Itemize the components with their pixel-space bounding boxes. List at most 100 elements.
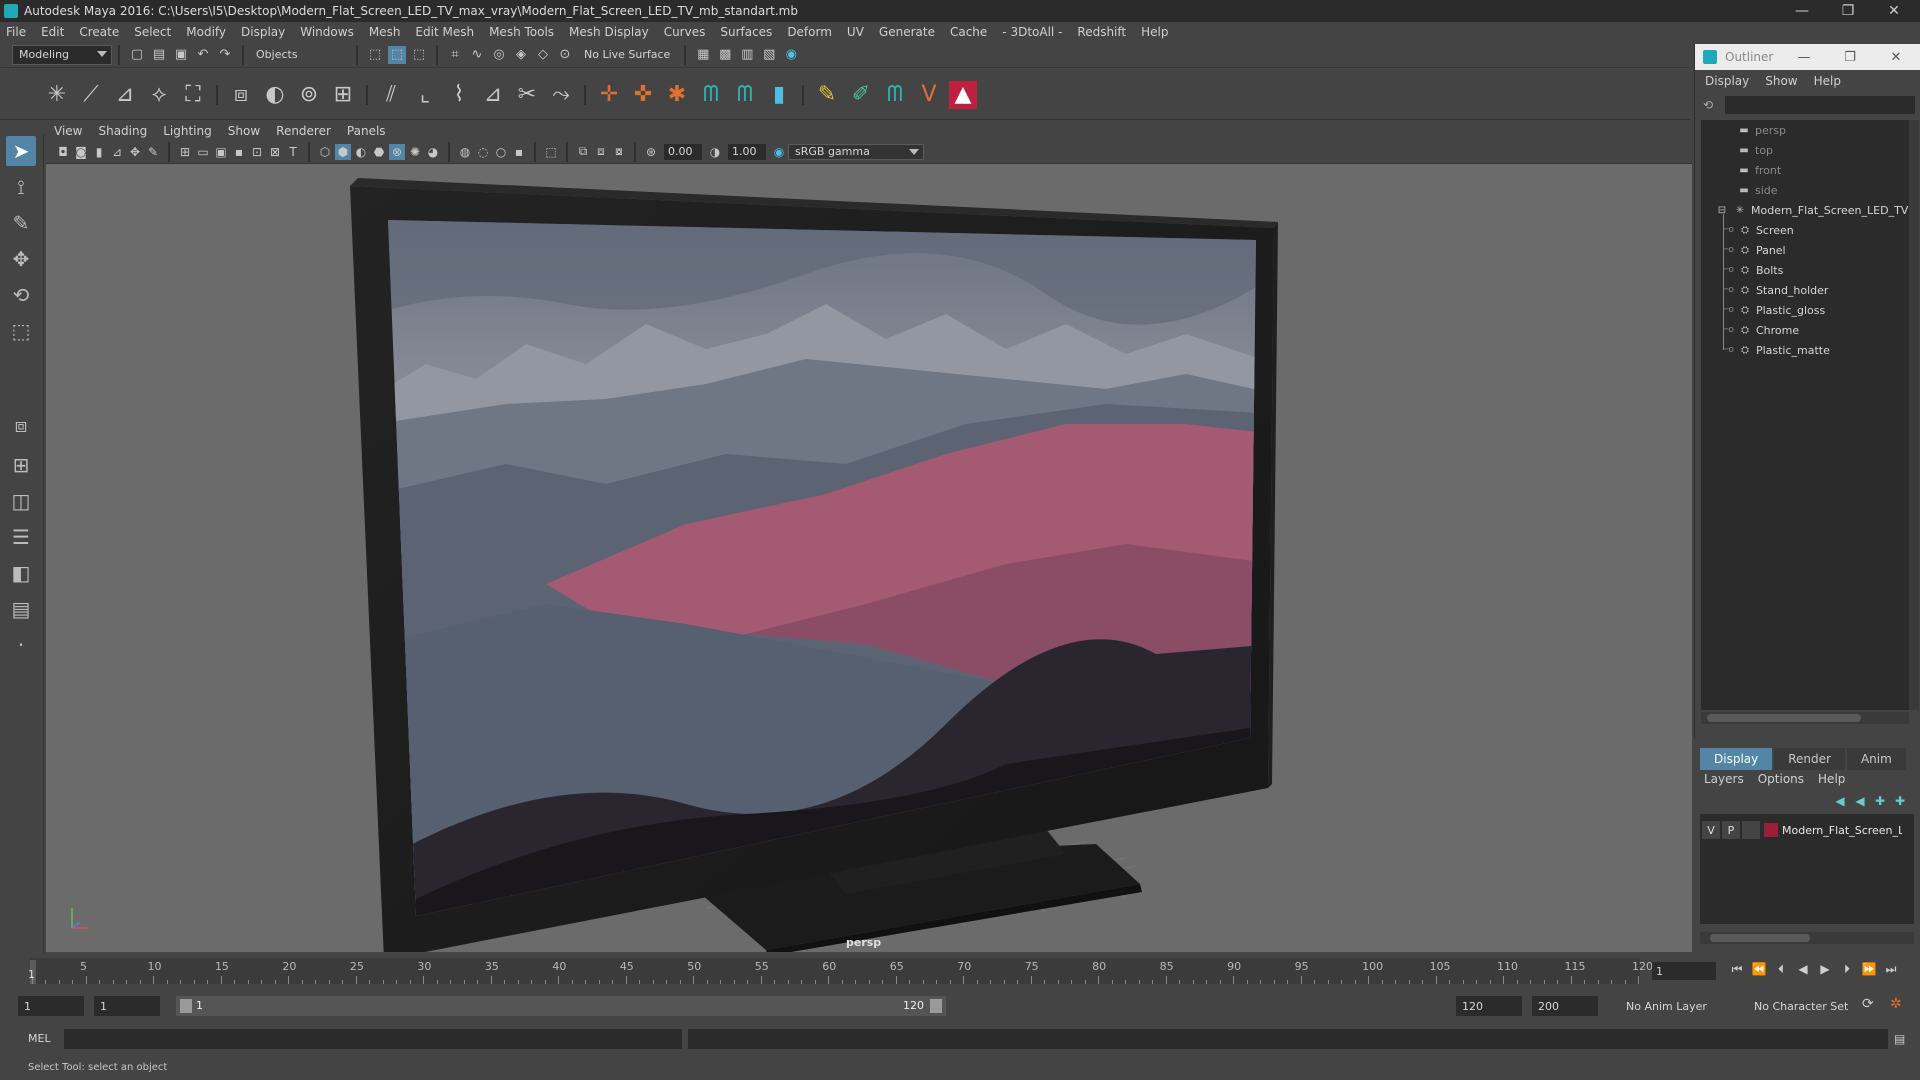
grease-pencil-icon[interactable]: ✎: [145, 144, 161, 160]
menu-item-deform[interactable]: Deform: [787, 25, 832, 39]
layer-playback-toggle[interactable]: P: [1722, 821, 1740, 839]
poly-plane-icon[interactable]: ⊞: [329, 81, 357, 109]
xray-components-icon[interactable]: ⧇: [611, 144, 627, 160]
menu-item-mesh-display[interactable]: Mesh Display: [569, 25, 649, 39]
select-tool-icon[interactable]: ➤: [6, 136, 36, 166]
single-perspective-layout-icon[interactable]: ⧈: [6, 410, 36, 440]
wireframe-on-shaded-icon[interactable]: ⬣: [371, 144, 387, 160]
grid-icon[interactable]: ⊞: [177, 144, 193, 160]
outliner-item-root-group[interactable]: ⊟ ✳ Modern_Flat_Screen_LED_TV: [1715, 200, 1909, 220]
menu-item-display[interactable]: Display: [241, 25, 285, 39]
anti-aliasing-icon[interactable]: ○: [493, 144, 509, 160]
ep-curve-icon[interactable]: ⊿: [111, 81, 139, 109]
combine-icon[interactable]: ⤳: [547, 81, 575, 109]
maya-shelf-icon-3[interactable]: ᗰ: [881, 81, 909, 109]
menu-item-edit-mesh[interactable]: Edit Mesh: [415, 25, 474, 39]
multi-cut-icon[interactable]: ✂: [513, 81, 541, 109]
menu-item-uv[interactable]: UV: [847, 25, 864, 39]
layer-tab-anim[interactable]: Anim: [1846, 748, 1906, 770]
maximize-button[interactable]: ❐: [1828, 0, 1868, 22]
layer-menu-options[interactable]: Options: [1758, 772, 1804, 786]
menu-item-modify[interactable]: Modify: [186, 25, 226, 39]
star-icon[interactable]: ✳: [43, 81, 71, 109]
redo-icon[interactable]: ↷: [216, 46, 234, 64]
light-icon[interactable]: ✎: [813, 81, 841, 109]
paint-select-tool-icon[interactable]: ✎: [6, 208, 36, 238]
outliner-item-chrome[interactable]: ─o ⛭ Chrome: [1723, 320, 1799, 340]
range-start-handle[interactable]: [180, 999, 192, 1013]
outliner-menu-help[interactable]: Help: [1814, 74, 1841, 88]
new-layer-icon[interactable]: ✚: [1870, 794, 1890, 810]
layer-menu-help[interactable]: Help: [1818, 772, 1845, 786]
more-layouts-icon[interactable]: ·: [6, 630, 36, 660]
append-icon[interactable]: ⊿: [479, 81, 507, 109]
layer-menu-layers[interactable]: Layers: [1704, 772, 1744, 786]
anim-preferences-icon[interactable]: ✲: [1890, 996, 1902, 1012]
menu-item-redshift[interactable]: Redshift: [1077, 25, 1126, 39]
four-view-layout-icon[interactable]: ⊞: [6, 450, 36, 480]
hypershade-icon[interactable]: ◉: [782, 46, 800, 64]
color-management-icon[interactable]: ◉: [771, 144, 787, 160]
menu-item-curves[interactable]: Curves: [664, 25, 706, 39]
menu-item-mesh[interactable]: Mesh: [369, 25, 401, 39]
layer-editor-scrollbar[interactable]: [1700, 932, 1914, 944]
anim-layer-dropdown[interactable]: No Anim Layer: [1620, 996, 1738, 1016]
select-by-hierarchy-icon[interactable]: ⬚: [366, 46, 384, 64]
poly-cylinder-icon[interactable]: ⊚: [295, 81, 323, 109]
range-end-handle[interactable]: [930, 999, 942, 1013]
menu-item-surfaces[interactable]: Surfaces: [720, 25, 772, 39]
hypershade-layout-icon[interactable]: ▤: [6, 594, 36, 624]
move-tool-icon[interactable]: ✥: [6, 244, 36, 274]
render-frame-icon[interactable]: ▩: [716, 46, 734, 64]
menu-item-generate[interactable]: Generate: [879, 25, 935, 39]
play-forwards-icon[interactable]: ▶: [1814, 962, 1836, 980]
render-view-icon[interactable]: ▦: [694, 46, 712, 64]
resolution-gate-icon[interactable]: ▣: [213, 144, 229, 160]
3d-viewport[interactable]: persp: [46, 164, 1692, 952]
auto-key-icon[interactable]: ⟳: [1862, 996, 1874, 1012]
layer-tab-display[interactable]: Display: [1700, 748, 1773, 770]
menu-item-cache[interactable]: Cache: [950, 25, 987, 39]
field-chart-icon[interactable]: ⊡: [249, 144, 265, 160]
new-layer-selected-icon[interactable]: ✚: [1890, 794, 1910, 810]
outliner-search-input[interactable]: [1725, 96, 1915, 114]
step-forward-frame-icon[interactable]: ⏵: [1836, 962, 1858, 980]
image-plane-icon[interactable]: ⊿: [109, 144, 125, 160]
outliner-layout-icon[interactable]: ☰: [6, 522, 36, 552]
isolate-select-icon[interactable]: ⬚: [543, 144, 559, 160]
snap-grid-icon[interactable]: ⌗: [446, 46, 464, 64]
wireframe-icon[interactable]: ⬡: [317, 144, 333, 160]
joint-icon[interactable]: ⛶: [179, 81, 207, 109]
step-back-key-icon[interactable]: ⏪: [1748, 962, 1770, 980]
paint-icon[interactable]: ✐: [847, 81, 875, 109]
textured-icon[interactable]: ⊗: [389, 143, 405, 160]
screen-space-ao-icon[interactable]: ◍: [457, 144, 473, 160]
2d-pan-icon[interactable]: ✥: [127, 144, 143, 160]
panel-menu-show[interactable]: Show: [228, 124, 260, 138]
bevel-icon[interactable]: ⌞: [411, 81, 439, 109]
safe-action-icon[interactable]: ⊠: [267, 144, 283, 160]
shadows-icon[interactable]: ◕: [425, 144, 441, 160]
outliner-filter-icon[interactable]: ⟲: [1703, 98, 1713, 112]
panel-menu-renderer[interactable]: Renderer: [276, 124, 331, 138]
safe-title-icon[interactable]: T: [285, 144, 301, 160]
poly-sphere-icon[interactable]: ◐: [261, 81, 289, 109]
panel-menu-lighting[interactable]: Lighting: [163, 124, 212, 138]
outliner-vertical-scrollbar[interactable]: [1909, 120, 1919, 710]
layer-row[interactable]: V P Modern_Flat_Screen_LED_TV: [1700, 820, 1914, 840]
undo-icon[interactable]: ↶: [194, 46, 212, 64]
menu-item-windows[interactable]: Windows: [300, 25, 354, 39]
outliner-close-button[interactable]: ✕: [1873, 44, 1919, 70]
depth-of-field-icon[interactable]: ▪: [511, 144, 527, 160]
save-scene-icon[interactable]: ▣: [172, 46, 190, 64]
near-clip-field[interactable]: 0.00: [664, 143, 702, 160]
step-forward-key-icon[interactable]: ⏩: [1858, 962, 1880, 980]
command-input[interactable]: [64, 1029, 682, 1049]
menu-item-create[interactable]: Create: [79, 25, 119, 39]
color-space-dropdown[interactable]: sRGB gamma: [788, 143, 924, 160]
snap-point-icon[interactable]: ◎: [490, 46, 508, 64]
snap-curve-icon[interactable]: ∿: [468, 46, 486, 64]
film-gate-icon[interactable]: ▭: [195, 144, 211, 160]
animation-end-field[interactable]: 200: [1532, 996, 1598, 1016]
outliner-item-screen[interactable]: ─o ⛭ Screen: [1723, 220, 1794, 240]
